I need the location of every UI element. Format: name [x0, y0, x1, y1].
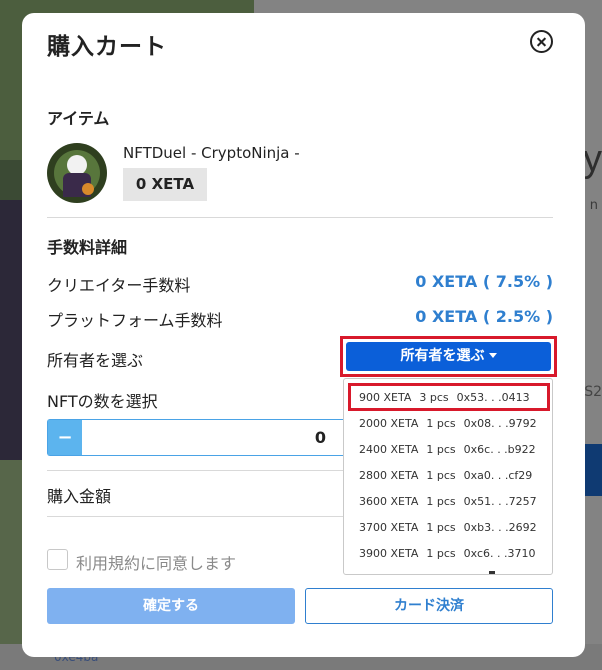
terms-label: 利用規約に同意します	[76, 554, 237, 573]
owner-option-price: 2000 XETA	[359, 417, 419, 430]
item-price-badge: 0 XETA	[123, 168, 207, 201]
owner-option-address: 0xa0. . .cf29	[463, 469, 533, 482]
confirm-button[interactable]: 確定する	[47, 588, 295, 624]
creator-fee-label: クリエイター手数料	[47, 276, 191, 295]
modal-title: 購入カート	[47, 34, 167, 60]
owner-option-quantity: 1 pcs	[426, 443, 456, 456]
owner-option-quantity: 1 pcs	[426, 547, 456, 560]
caret-down-icon	[488, 353, 497, 358]
thumbnail-character-head	[67, 155, 87, 175]
fee-section-heading: 手数料詳細	[47, 238, 128, 257]
owner-option[interactable]: 2800 XETA 1 pcs 0xa0. . .cf29	[344, 463, 552, 489]
owner-option-quantity: 1 pcs	[426, 469, 456, 482]
item-section-heading: アイテム	[47, 109, 110, 128]
owner-option-price: 3900 XETA	[359, 547, 419, 560]
item-name: NFTDuel - CryptoNinja -	[123, 144, 300, 162]
card-payment-button[interactable]: カード決済	[305, 588, 553, 624]
owner-option-quantity: 1 pcs	[426, 417, 456, 430]
owner-option[interactable]: 2000 XETA 1 pcs 0x08. . .9792	[344, 411, 552, 437]
owner-option-address: 0xb3. . .2692	[463, 521, 537, 534]
quantity-value[interactable]: 0	[82, 420, 352, 455]
owner-option-address: 0x08. . .9792	[463, 417, 537, 430]
background-price-fragment: S2	[584, 384, 602, 400]
owner-option-quantity: 1 pcs	[426, 495, 456, 508]
nft-thumbnail	[47, 143, 107, 203]
owner-option-price: 3600 XETA	[359, 495, 419, 508]
owner-option-address: 0x51. . .7257	[463, 495, 537, 508]
terms-checkbox[interactable]	[47, 549, 68, 570]
background-text-fragment: n	[589, 198, 598, 213]
owner-option-price: 2400 XETA	[359, 443, 419, 456]
owner-option-price: 2800 XETA	[359, 469, 419, 482]
creator-fee-value: 0 XETA ( 7.5% )	[415, 272, 553, 291]
owner-option[interactable]: 3600 XETA 1 pcs 0x51. . .7257	[344, 489, 552, 515]
owner-option-price: 3700 XETA	[359, 521, 419, 534]
owner-option-quantity: 1 pcs	[426, 521, 456, 534]
owner-option[interactable]: 3700 XETA 1 pcs 0xb3. . .2692	[344, 515, 552, 541]
owner-select-label: 所有者を選ぶ	[47, 351, 144, 370]
owner-option[interactable]: 2400 XETA 1 pcs 0x6c. . .b922	[344, 437, 552, 463]
background-heading-fragment: y	[583, 138, 602, 180]
select-owner-button-label: 所有者を選ぶ	[400, 348, 485, 364]
owner-option[interactable]: 3900 XETA 1 pcs 0xc6. . .3710	[344, 541, 552, 567]
clipped-option-fragment	[489, 571, 495, 574]
selected-option-highlight-box	[348, 383, 550, 411]
platform-fee-value: 0 XETA ( 2.5% )	[415, 307, 553, 326]
nft-count-label: NFTの数を選択	[47, 392, 158, 411]
owner-dropdown-menu: 900 XETA 3 pcs 0x53. . .0413 2000 XETA 1 pc…	[343, 378, 553, 575]
purchase-cart-modal: 購入カート アイテム NFTDuel - CryptoNinja - 0 XET…	[22, 13, 585, 657]
nft-quantity-stepper: − 0	[47, 419, 357, 456]
purchase-total-label: 購入金額	[47, 487, 112, 506]
thumbnail-companion	[82, 183, 94, 195]
platform-fee-label: プラットフォーム手数料	[47, 311, 223, 330]
select-owner-dropdown-button[interactable]: 所有者を選ぶ	[346, 342, 551, 371]
owner-option-address: 0xc6. . .3710	[463, 547, 536, 560]
close-icon[interactable]	[530, 30, 553, 53]
owner-option-address: 0x6c. . .b922	[463, 443, 536, 456]
divider	[47, 217, 553, 218]
decrement-button[interactable]: −	[48, 420, 82, 455]
